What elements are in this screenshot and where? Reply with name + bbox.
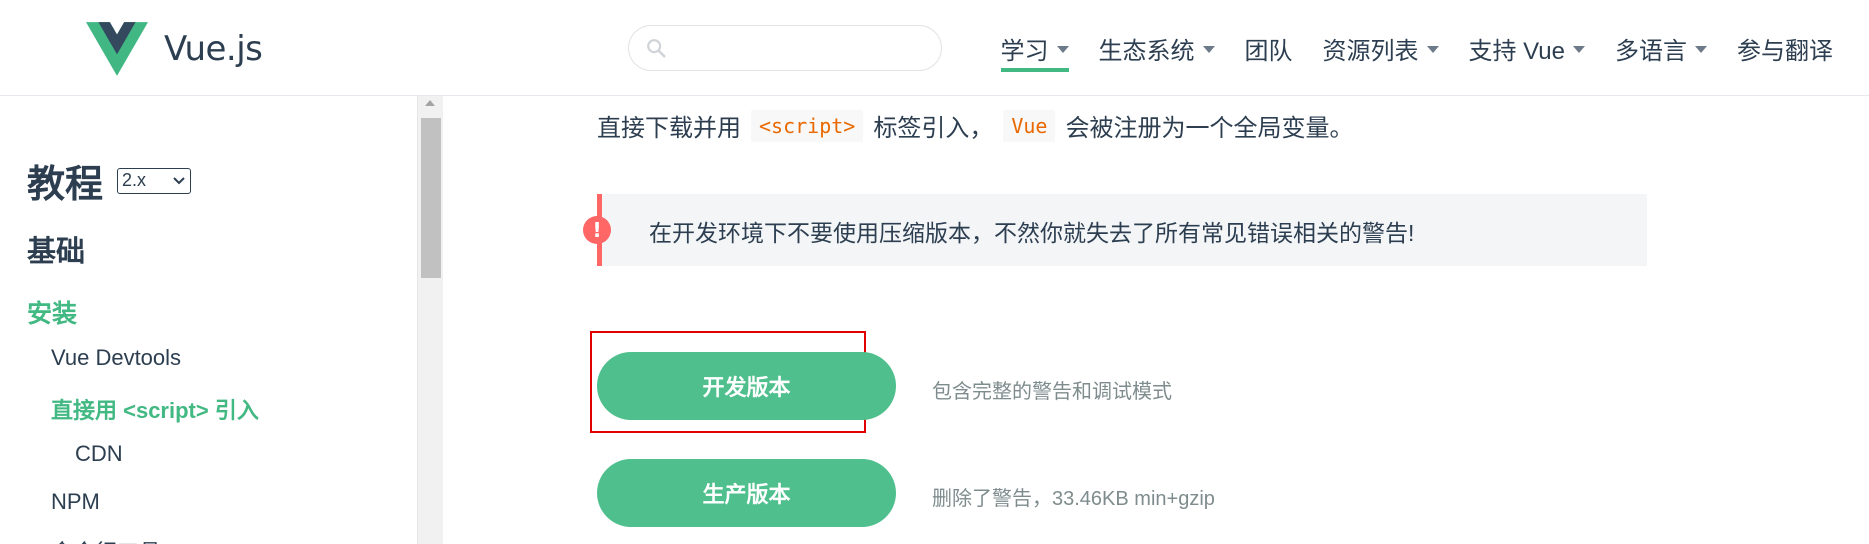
version-select[interactable]: 2.x [117,167,192,194]
nav-resources-label: 资源列表 [1322,37,1419,65]
sidebar: 教程 2.x 基础 安装 Vue Devtools 直接用 <script> 引… [0,96,420,544]
nav-translate[interactable]: 参与翻译 [1737,0,1833,96]
intro-suffix: 会被注册为一个全局变量。 [1065,115,1354,142]
download-prod-description: 删除了警告，33.46KB min+gzip [932,488,1215,510]
top-header: Vue.js 学习 生态系统 团队 资源列表 支持 Vue 多语言 参与翻译 [0,0,1869,96]
nav-resources[interactable]: 资源列表 [1323,0,1439,96]
nav-ecosystem-label: 生态系统 [1098,37,1195,65]
download-dev-button[interactable]: 开发版本 [597,352,896,420]
inline-code-script: <script> [751,109,864,142]
scroll-up-arrow-icon[interactable] [425,100,435,106]
caret-down-icon [1426,46,1439,53]
sidebar-item-vue-devtools[interactable]: Vue Devtools [51,345,181,371]
sidebar-item-cli[interactable]: 命令行工具 [51,535,161,544]
nav-ecosystem[interactable]: 生态系统 [1099,0,1215,96]
logo-text: Vue.js [164,29,263,69]
nav-learn[interactable]: 学习 [1000,0,1069,96]
nav-languages[interactable]: 多语言 [1615,0,1707,96]
intro-mid: 标签引入， [873,115,994,142]
nav-team-label: 团队 [1244,37,1293,65]
chevron-down-icon [173,176,185,184]
inline-code-vue: Vue [1003,109,1056,142]
warning-icon: ! [583,216,611,244]
vue-logo-icon [86,22,148,76]
sidebar-title-text: 教程 [27,164,104,206]
caret-down-icon [1056,46,1069,53]
caret-down-icon [1573,46,1585,53]
nav-support-vue[interactable]: 支持 Vue [1469,0,1585,96]
main-nav: 学习 生态系统 团队 资源列表 支持 Vue 多语言 参与翻译 [1000,0,1833,96]
sidebar-section-basics: 基础 [27,236,86,268]
warning-box: ! 在开发环境下不要使用压缩版本，不然你就失去了所有常见错误相关的警告! [583,194,1647,266]
intro-prefix: 直接下载并用 [597,115,741,142]
sidebar-scrollbar[interactable] [417,96,443,544]
nav-learn-label: 学习 [1000,37,1049,65]
sidebar-item-install[interactable]: 安装 [27,294,77,330]
sidebar-item-direct-script[interactable]: 直接用 <script> 引入 [51,393,259,425]
download-dev-description: 包含完整的警告和调试模式 [932,381,1172,403]
sidebar-item-cdn[interactable]: CDN [75,441,123,467]
nav-languages-label: 多语言 [1615,37,1687,65]
main-content: 直接下载并用 <script> 标签引入， Vue 会被注册为一个全局变量。 !… [443,96,1869,544]
download-prod-button[interactable]: 生产版本 [597,459,896,527]
search-input[interactable] [675,30,925,66]
nav-translate-label: 参与翻译 [1737,37,1833,65]
nav-team[interactable]: 团队 [1245,0,1293,96]
vue-logo-link[interactable]: Vue.js [86,22,263,76]
search-box[interactable] [628,25,942,71]
sidebar-item-npm[interactable]: NPM [51,489,100,515]
caret-down-icon [1202,46,1215,53]
warning-text: 在开发环境下不要使用压缩版本，不然你就失去了所有常见错误相关的警告! [649,220,1415,246]
search-icon [647,39,666,58]
intro-paragraph: 直接下载并用 <script> 标签引入， Vue 会被注册为一个全局变量。 [597,108,1353,143]
scrollbar-thumb[interactable] [421,118,441,278]
version-value: 2.x [122,170,147,190]
sidebar-title: 教程 2.x [27,153,192,208]
nav-support-vue-label: 支持 Vue [1468,37,1565,65]
caret-down-icon [1695,46,1707,53]
